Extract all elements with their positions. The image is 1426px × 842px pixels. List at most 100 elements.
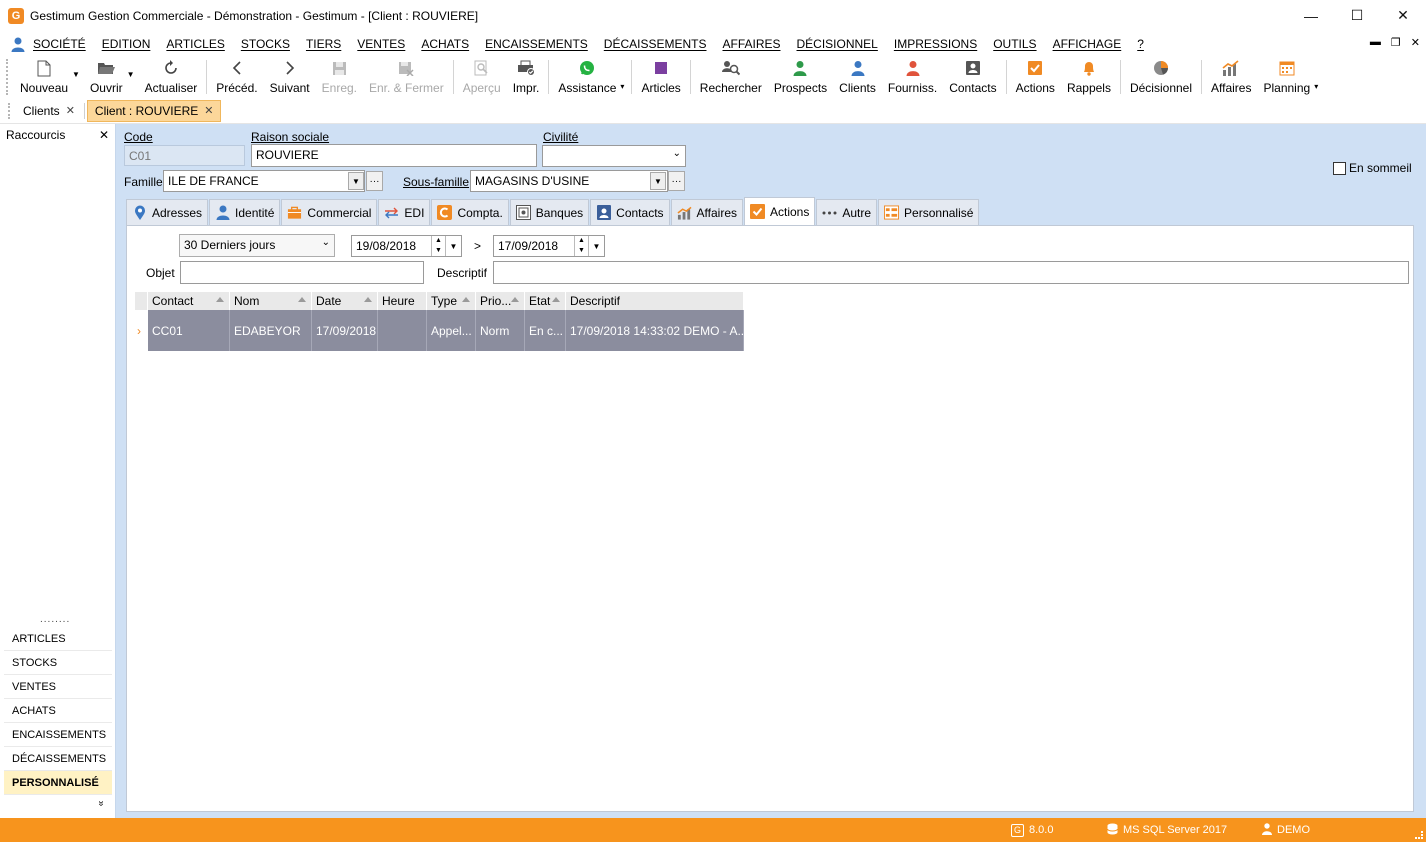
reminders-button[interactable]: Rappels	[1061, 56, 1117, 96]
affaires-button[interactable]: Affaires	[1205, 56, 1257, 96]
tab-contacts[interactable]: Contacts	[590, 199, 670, 225]
date-from-spinner[interactable]: ▲ ▼	[431, 236, 445, 256]
column-header-nom[interactable]: Nom	[230, 292, 312, 310]
tab-personnalise[interactable]: Personnalisé	[878, 199, 980, 225]
sidebar-item-decaissements[interactable]: DÉCAISSEMENTS	[4, 747, 112, 771]
tab-affaires[interactable]: Affaires	[670, 199, 743, 225]
column-header-priorite[interactable]: Prio...	[476, 292, 525, 310]
planning-button[interactable]: Planning	[1257, 56, 1316, 96]
cell-nom[interactable]: EDABEYOR	[230, 310, 312, 351]
menu-affichage[interactable]: AFFICHAGE	[1053, 37, 1122, 51]
suppliers-button[interactable]: Fourniss.	[882, 56, 943, 96]
doc-tab-client-rouviere[interactable]: Client : ROUVIERE ✕	[86, 99, 222, 122]
menu-societe[interactable]: SOCIÉTÉ	[33, 37, 86, 51]
menu-articles[interactable]: ARTICLES	[166, 37, 224, 51]
date-to-field[interactable]: 17/09/2018 ▲ ▼ ▼	[493, 235, 605, 257]
column-header-date[interactable]: Date	[312, 292, 378, 310]
cell-etat[interactable]: En c...	[525, 310, 566, 351]
code-field[interactable]: C01	[124, 145, 245, 166]
sous-famille-browse-button[interactable]: ···	[668, 171, 685, 191]
tab-compta[interactable]: Compta.	[431, 199, 509, 225]
previous-button[interactable]: Précéd.	[210, 56, 263, 96]
save-button[interactable]: Enreg.	[316, 56, 363, 96]
en-sommeil-checkbox[interactable]: En sommeil	[1333, 161, 1412, 175]
open-dropdown-icon[interactable]: ▼	[127, 70, 135, 79]
menu-help[interactable]: ?	[1137, 37, 1144, 51]
date-to-spinner[interactable]: ▲ ▼	[574, 236, 588, 256]
prospects-button[interactable]: Prospects	[768, 56, 833, 96]
print-button[interactable]: Impr.	[507, 56, 546, 96]
new-dropdown-icon[interactable]: ▼	[72, 70, 80, 79]
sous-famille-dropdown-button[interactable]: ▼	[650, 172, 666, 190]
actions-button[interactable]: Actions	[1010, 56, 1061, 96]
sidebar-item-stocks[interactable]: STOCKS	[4, 651, 112, 675]
minimize-button[interactable]: —	[1288, 0, 1334, 31]
toolbar-more-icon[interactable]: ▾	[1314, 82, 1318, 91]
menu-outils[interactable]: OUTILS	[993, 37, 1036, 51]
column-header-etat[interactable]: Etat	[525, 292, 566, 310]
close-icon[interactable]: ✕	[66, 104, 75, 117]
raison-sociale-field[interactable]: ROUVIERE	[251, 144, 537, 167]
decisionnel-button[interactable]: Décisionnel	[1124, 56, 1198, 96]
date-from-field[interactable]: 19/08/2018 ▲ ▼ ▼	[351, 235, 462, 257]
menu-encaissements[interactable]: ENCAISSEMENTS	[485, 37, 588, 51]
sous-famille-field[interactable]: MAGASINS D'USINE	[470, 170, 668, 192]
objet-field[interactable]	[180, 261, 424, 284]
close-icon[interactable]: ✕	[99, 128, 109, 142]
period-select[interactable]: 30 Derniers jours ⌄	[179, 234, 335, 257]
menu-affaires[interactable]: AFFAIRES	[722, 37, 780, 51]
menu-stocks[interactable]: STOCKS	[241, 37, 290, 51]
descriptif-field[interactable]	[493, 261, 1409, 284]
menu-impressions[interactable]: IMPRESSIONS	[894, 37, 977, 51]
column-header-contact[interactable]: Contact	[148, 292, 230, 310]
chevron-down-double-icon[interactable]: »	[95, 801, 106, 807]
assistance-button[interactable]: Assistance	[552, 56, 622, 96]
cell-heure[interactable]	[378, 310, 427, 351]
famille-dropdown-button[interactable]: ▼	[348, 172, 364, 190]
menu-decisionnel[interactable]: DÉCISIONNEL	[797, 37, 878, 51]
clients-button[interactable]: Clients	[833, 56, 882, 96]
tab-edi[interactable]: EDI	[378, 199, 431, 225]
close-button[interactable]: ✕	[1380, 0, 1426, 31]
tab-banques[interactable]: Banques	[509, 199, 590, 225]
menu-edition[interactable]: EDITION	[102, 37, 151, 51]
cell-priorite[interactable]: Norm	[476, 310, 525, 351]
tab-autre[interactable]: Autre	[816, 199, 878, 225]
maximize-button[interactable]: ☐	[1334, 0, 1380, 31]
sidebar-item-encaissements[interactable]: ENCAISSEMENTS	[4, 723, 112, 747]
sidebar-item-personnalise[interactable]: PERSONNALISÉ	[4, 771, 112, 795]
menu-decaissements[interactable]: DÉCAISSEMENTS	[604, 37, 707, 51]
search-button[interactable]: Rechercher	[694, 56, 768, 96]
famille-field[interactable]: ILE DE FRANCE	[163, 170, 365, 192]
date-to-calendar-button[interactable]: ▼	[588, 236, 604, 256]
contacts-button[interactable]: Contacts	[943, 56, 1002, 96]
famille-browse-button[interactable]: ···	[366, 171, 383, 191]
sidebar-item-ventes[interactable]: VENTES	[4, 675, 112, 699]
column-header-descriptif[interactable]: Descriptif	[566, 292, 744, 310]
cell-descriptif[interactable]: 17/09/2018 14:33:02 DEMO - A...	[566, 310, 744, 351]
cell-date[interactable]: 17/09/2018	[312, 310, 378, 351]
doc-tab-clients[interactable]: Clients ✕	[16, 100, 82, 122]
mdi-restore-button[interactable]: ❐	[1391, 36, 1401, 49]
open-button[interactable]: Ouvrir	[84, 56, 129, 96]
cell-type[interactable]: Appel...	[427, 310, 476, 351]
civilite-select[interactable]: ⌄	[542, 145, 686, 167]
sidebar-item-achats[interactable]: ACHATS	[4, 699, 112, 723]
toolbar-grip[interactable]	[6, 59, 10, 95]
column-header-heure[interactable]: Heure	[378, 292, 427, 310]
checkbox-box[interactable]	[1333, 161, 1346, 175]
resize-grip-icon[interactable]	[1415, 831, 1423, 839]
sidebar-splitter[interactable]: ........	[40, 614, 70, 625]
tab-commercial[interactable]: Commercial	[281, 199, 378, 225]
menu-achats[interactable]: ACHATS	[421, 37, 469, 51]
tab-adresses[interactable]: Adresses	[126, 199, 209, 225]
column-header-type[interactable]: Type	[427, 292, 476, 310]
preview-button[interactable]: Aperçu	[457, 56, 507, 96]
refresh-button[interactable]: Actualiser	[139, 56, 204, 96]
articles-button[interactable]: Articles	[635, 56, 686, 96]
menu-tiers[interactable]: TIERS	[306, 37, 341, 51]
close-icon[interactable]: ✕	[204, 104, 213, 117]
next-button[interactable]: Suivant	[264, 56, 316, 96]
assistance-more-icon[interactable]: ▾	[620, 82, 624, 91]
sidebar-item-articles[interactable]: ARTICLES	[4, 627, 112, 651]
